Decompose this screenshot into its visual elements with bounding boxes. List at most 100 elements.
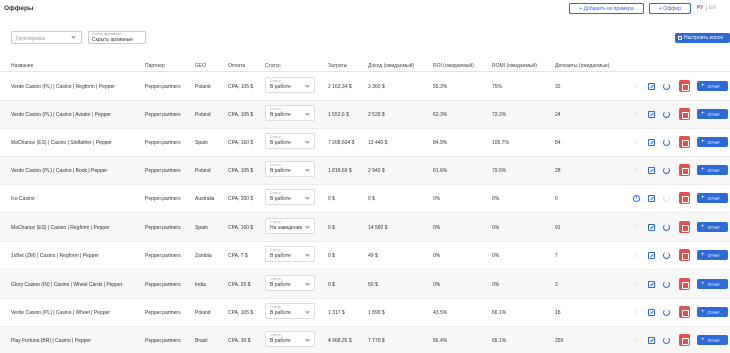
calendar-icon[interactable] <box>679 334 690 346</box>
star-icon[interactable]: ☆ <box>633 167 640 174</box>
status-select[interactable]: Статус В работе <box>265 189 315 205</box>
status-select[interactable]: Статус На заведении <box>265 218 315 234</box>
refresh-icon[interactable] <box>663 337 670 344</box>
table-row[interactable]: 1xBet (ZM) | Casino | Regform | Pepper Pe… <box>0 242 730 270</box>
table-row[interactable]: Verde Casino (PL) | Casino | Book | Pepp… <box>0 157 730 185</box>
cell-offer-name[interactable]: Verde Casino (PL) | Casino | Aviator | P… <box>11 112 111 118</box>
star-icon[interactable]: ☆ <box>633 337 640 344</box>
report-button[interactable]: + Отчет <box>697 250 728 260</box>
star-icon[interactable]: ☆ <box>633 139 640 146</box>
refresh-icon[interactable] <box>663 224 670 231</box>
status-select[interactable]: Статус В работе <box>265 246 315 262</box>
cell-income: 3 360 $ <box>368 84 385 90</box>
table-row[interactable]: MaChance (ES) | Casino | Slotfather | Pe… <box>0 129 730 157</box>
col-status[interactable]: Статус <box>265 63 281 69</box>
star-icon[interactable]: ☆ <box>633 111 640 118</box>
report-button[interactable]: + Отчет <box>697 137 728 147</box>
table-row[interactable]: Play Fortuna (BR) | Casino | Pepper Peppe… <box>0 327 730 353</box>
add-offer-button[interactable]: + Оффер <box>649 3 691 14</box>
table-row[interactable]: Verde Casino (PL) | Casino | Aviator | P… <box>0 101 730 129</box>
edit-icon[interactable] <box>648 252 655 259</box>
report-button[interactable]: + Отчет <box>697 193 728 203</box>
refresh-icon[interactable] <box>663 139 670 146</box>
col-deposits[interactable]: Депозиты (ожидаемые) <box>555 63 609 69</box>
cell-roi: 0% <box>433 225 441 231</box>
col-roi[interactable]: ROI (ожидаемый) <box>433 63 474 69</box>
edit-icon[interactable] <box>648 224 655 231</box>
plus-icon: + <box>701 139 705 145</box>
calendar-icon[interactable] <box>679 136 690 148</box>
refresh-icon[interactable] <box>663 111 670 118</box>
report-button[interactable]: + Отчет <box>697 109 728 119</box>
refresh-icon[interactable] <box>663 195 670 202</box>
info-icon[interactable]: i <box>633 195 640 202</box>
col-geo[interactable]: GEO <box>195 63 206 69</box>
calendar-icon[interactable] <box>679 192 690 204</box>
edit-icon[interactable] <box>648 167 655 174</box>
table-row[interactable]: Ice Casino Pepper.partners Australia CPA, 2… <box>0 185 730 213</box>
edit-icon[interactable] <box>648 195 655 202</box>
refresh-icon[interactable] <box>663 309 670 316</box>
status-select[interactable]: Статус В работе <box>265 133 315 149</box>
cell-offer-name[interactable]: Play Fortuna (BR) | Casino | Pepper <box>11 338 91 344</box>
status-select[interactable]: Статус В работе <box>265 161 315 177</box>
table-row[interactable]: Glory Casino (IN) | Casino | Wheel Cards… <box>0 271 730 299</box>
report-button[interactable]: + Отчет <box>697 165 728 175</box>
star-icon[interactable]: ☆ <box>633 252 640 259</box>
col-payment[interactable]: Оплата <box>228 63 245 69</box>
cell-offer-name[interactable]: Verde Casino (PL) | Casino | Regform | P… <box>11 84 115 90</box>
refresh-icon[interactable] <box>663 167 670 174</box>
archive-status-select[interactable]: Статус архивации Скрыть архивные <box>88 31 146 44</box>
star-icon[interactable]: ☆ <box>633 281 640 288</box>
status-select[interactable]: Статус В работе <box>265 77 315 93</box>
col-partner[interactable]: Партнер <box>145 63 165 69</box>
report-button[interactable]: + Отчет <box>697 81 728 91</box>
edit-icon[interactable] <box>648 139 655 146</box>
refresh-icon[interactable] <box>663 252 670 259</box>
status-select[interactable]: Статус В работе <box>265 303 315 319</box>
calendar-icon[interactable] <box>679 164 690 176</box>
report-button[interactable]: + Отчет <box>697 222 728 232</box>
col-romi[interactable]: ROMI (ожидаемый) <box>492 63 537 69</box>
calendar-icon[interactable] <box>679 278 690 290</box>
report-button[interactable]: + Отчет <box>697 279 728 289</box>
star-icon[interactable]: ☆ <box>633 224 640 231</box>
status-select[interactable]: Статус В работе <box>265 275 315 291</box>
calendar-icon[interactable] <box>679 108 690 120</box>
cell-offer-name[interactable]: Verde Casino (PL) | Casino | Wheel | Pep… <box>11 310 110 316</box>
refresh-icon[interactable] <box>663 281 670 288</box>
cell-offer-name[interactable]: Glory Casino (IN) | Casino | Wheel Cards… <box>11 282 122 288</box>
grouping-select[interactable]: Группировка <box>11 31 82 44</box>
table-row[interactable]: Verde Casino (PL) | Casino | Regform | P… <box>0 73 730 101</box>
col-name[interactable]: Название <box>11 63 33 69</box>
cell-offer-name[interactable]: MaChance (ES) | Casino | Slotfather | Pe… <box>11 140 112 146</box>
lang-en[interactable]: EN <box>709 5 716 11</box>
calendar-icon[interactable] <box>679 80 690 92</box>
edit-icon[interactable] <box>648 83 655 90</box>
star-icon[interactable]: ☆ <box>633 83 640 90</box>
table-row[interactable]: Verde Casino (PL) | Casino | Wheel | Pep… <box>0 299 730 327</box>
lang-ru[interactable]: РУ <box>697 5 703 11</box>
cell-offer-name[interactable]: 1xBet (ZM) | Casino | Regform | Pepper <box>11 253 99 259</box>
configure-columns-button[interactable]: Настроить колон <box>675 33 730 43</box>
add-from-example-button[interactable]: + Добавить из примера <box>569 3 644 14</box>
status-select[interactable]: Статус В работе <box>265 105 315 121</box>
table-row[interactable]: MaChance (ES) | Casino | Regform | Peppe… <box>0 214 730 242</box>
edit-icon[interactable] <box>648 111 655 118</box>
calendar-icon[interactable] <box>679 249 690 261</box>
report-button[interactable]: + Отчет <box>697 307 728 317</box>
col-income[interactable]: Доход (ожидаемый) <box>368 63 414 69</box>
edit-icon[interactable] <box>648 309 655 316</box>
refresh-icon[interactable] <box>663 83 670 90</box>
report-button[interactable]: + Отчет <box>697 335 728 345</box>
cell-offer-name[interactable]: Ice Casino <box>11 196 35 202</box>
cell-offer-name[interactable]: MaChance (ES) | Casino | Regform | Peppe… <box>11 225 110 231</box>
star-icon[interactable]: ☆ <box>633 309 640 316</box>
status-select[interactable]: Статус В работе <box>265 331 315 347</box>
edit-icon[interactable] <box>648 281 655 288</box>
cell-offer-name[interactable]: Verde Casino (PL) | Casino | Book | Pepp… <box>11 168 107 174</box>
calendar-icon[interactable] <box>679 306 690 318</box>
edit-icon[interactable] <box>648 337 655 344</box>
col-cost[interactable]: Затраты <box>328 63 347 69</box>
calendar-icon[interactable] <box>679 221 690 233</box>
